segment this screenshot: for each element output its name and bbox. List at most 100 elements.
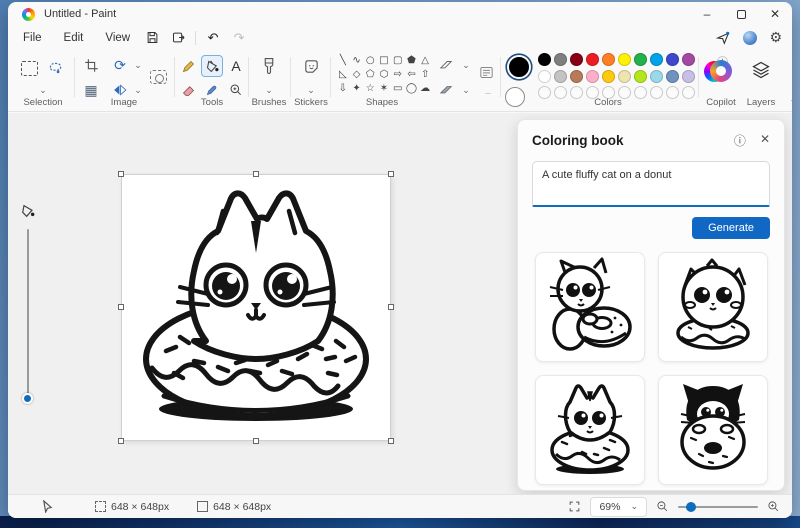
text-tool-icon[interactable]: A <box>226 56 246 76</box>
brush-icon[interactable] <box>259 56 279 76</box>
panel-close-icon[interactable]: ✕ <box>760 132 770 149</box>
result-thumbnail-1[interactable] <box>534 252 645 362</box>
shape-option[interactable]: ╲ <box>336 54 350 67</box>
shape-option[interactable]: ◯ <box>405 82 419 95</box>
color-swatch[interactable] <box>602 53 615 66</box>
size-picker-icon[interactable] <box>476 62 496 82</box>
color-swatch[interactable] <box>570 69 583 83</box>
shape-option[interactable]: ⬟ <box>405 54 419 67</box>
zoom-slider[interactable] <box>678 501 758 513</box>
color-swatch[interactable] <box>618 69 631 83</box>
result-thumbnail-4[interactable] <box>657 375 768 485</box>
shape-option[interactable]: ⇩ <box>336 82 350 95</box>
undo-button[interactable]: ↶ <box>200 29 226 47</box>
shape-option[interactable]: ⬠ <box>363 68 377 81</box>
shape-option[interactable]: ⇦ <box>405 68 419 81</box>
rotate-icon[interactable]: ⟳ <box>110 55 130 75</box>
fill-tool-icon-selected[interactable] <box>201 55 223 77</box>
selection-handle-se[interactable] <box>388 438 394 444</box>
zoom-level-dropdown[interactable]: 69% ⌄ <box>590 496 647 517</box>
selection-handle-n[interactable] <box>253 171 259 177</box>
sticker-icon[interactable] <box>301 56 321 76</box>
shape-option[interactable]: ⇧ <box>418 68 432 81</box>
shape-option[interactable]: △ <box>418 54 432 67</box>
shape-option[interactable]: ▭ <box>391 82 405 95</box>
shape-option[interactable]: ⇨ <box>391 68 405 81</box>
save-button[interactable] <box>139 29 165 47</box>
menu-edit[interactable]: Edit <box>55 30 93 46</box>
selection-handle-ne[interactable] <box>388 171 394 177</box>
maximize-button[interactable] <box>724 2 758 26</box>
color-swatch[interactable] <box>650 53 663 66</box>
shape-option[interactable]: ⬡ <box>377 68 391 81</box>
color-swatch[interactable] <box>570 53 583 66</box>
collapse-ribbon-chevron[interactable]: ⌄ <box>784 89 792 109</box>
shape-option[interactable]: ▢ <box>391 54 405 67</box>
shape-outline-dropdown[interactable]: ⌄ <box>456 55 476 75</box>
zoom-slider-thumb[interactable] <box>686 501 696 512</box>
info-icon[interactable]: ⓘ <box>734 132 746 149</box>
result-thumbnail-2[interactable] <box>657 252 768 362</box>
shape-option[interactable]: □ <box>377 54 391 67</box>
selection-handle-w[interactable] <box>118 304 124 310</box>
color-swatch[interactable] <box>666 69 679 83</box>
zoom-out-icon[interactable] <box>656 500 669 513</box>
menu-file[interactable]: File <box>14 30 51 46</box>
color1-foreground-swatch[interactable] <box>507 55 531 79</box>
close-button[interactable]: ✕ <box>758 2 792 26</box>
shape-option[interactable]: ○ <box>363 54 377 67</box>
prompt-input[interactable]: A cute fluffy cat on a donut <box>532 161 770 207</box>
menu-view[interactable]: View <box>96 30 139 46</box>
settings-gear-icon[interactable]: ⚙ <box>769 29 782 46</box>
drawing-canvas[interactable] <box>118 171 394 444</box>
color-swatch[interactable] <box>666 53 679 66</box>
color-swatch[interactable] <box>618 53 631 66</box>
share-icon[interactable] <box>715 30 731 46</box>
shape-outline-icon[interactable] <box>436 55 456 75</box>
shape-fill-dropdown[interactable]: ⌄ <box>456 80 476 100</box>
shape-fill-icon[interactable] <box>436 80 456 100</box>
color-swatch[interactable] <box>586 53 599 66</box>
shape-option[interactable]: ✶ <box>377 82 391 95</box>
remove-background-icon[interactable] <box>148 67 168 87</box>
color-swatch[interactable] <box>634 69 647 83</box>
selection-handle-sw[interactable] <box>118 438 124 444</box>
pencil-tool-icon[interactable] <box>178 56 198 76</box>
copilot-ribbon-icon[interactable] <box>710 60 732 82</box>
selection-handle-s[interactable] <box>253 438 259 444</box>
color-swatch[interactable] <box>538 53 551 66</box>
fill-tolerance-slider[interactable] <box>18 203 38 423</box>
fit-to-screen-icon[interactable] <box>568 500 581 513</box>
color-swatch[interactable] <box>682 53 695 66</box>
shape-option[interactable]: ☁ <box>418 82 432 95</box>
shape-option[interactable]: ✦ <box>350 82 364 95</box>
rectangle-select-icon[interactable] <box>19 58 39 78</box>
shape-option[interactable]: ◇ <box>350 68 364 81</box>
save-as-button[interactable] <box>165 29 191 47</box>
group-layers: Layers <box>741 49 781 111</box>
lasso-select-icon[interactable] <box>45 58 65 78</box>
layers-icon[interactable] <box>750 59 772 81</box>
color-swatch[interactable] <box>554 69 567 83</box>
minimize-button[interactable]: – <box>690 2 724 26</box>
color-swatch[interactable] <box>554 53 567 66</box>
shape-option[interactable]: ☆ <box>363 82 377 95</box>
color-swatch[interactable] <box>538 69 551 83</box>
selection-handle-nw[interactable] <box>118 171 124 177</box>
color-swatch[interactable] <box>634 53 647 66</box>
rotate-dropdown[interactable]: ⌄ <box>128 55 148 75</box>
color-swatch[interactable] <box>602 69 615 83</box>
shape-option[interactable]: ◺ <box>336 68 350 81</box>
selection-handle-e[interactable] <box>388 304 394 310</box>
crop-icon[interactable] <box>81 55 101 75</box>
generate-button[interactable]: Generate <box>692 217 770 239</box>
color-swatch[interactable] <box>650 69 663 83</box>
zoom-in-icon[interactable] <box>767 500 780 513</box>
copilot-menu-icon[interactable] <box>743 30 758 45</box>
shape-option[interactable]: ∿ <box>350 54 364 67</box>
color-swatch[interactable] <box>586 69 599 83</box>
redo-button-disabled[interactable]: ↷ <box>226 29 252 47</box>
color-swatch[interactable] <box>682 69 695 83</box>
slider-thumb[interactable] <box>22 393 33 404</box>
result-thumbnail-3[interactable] <box>534 375 645 485</box>
